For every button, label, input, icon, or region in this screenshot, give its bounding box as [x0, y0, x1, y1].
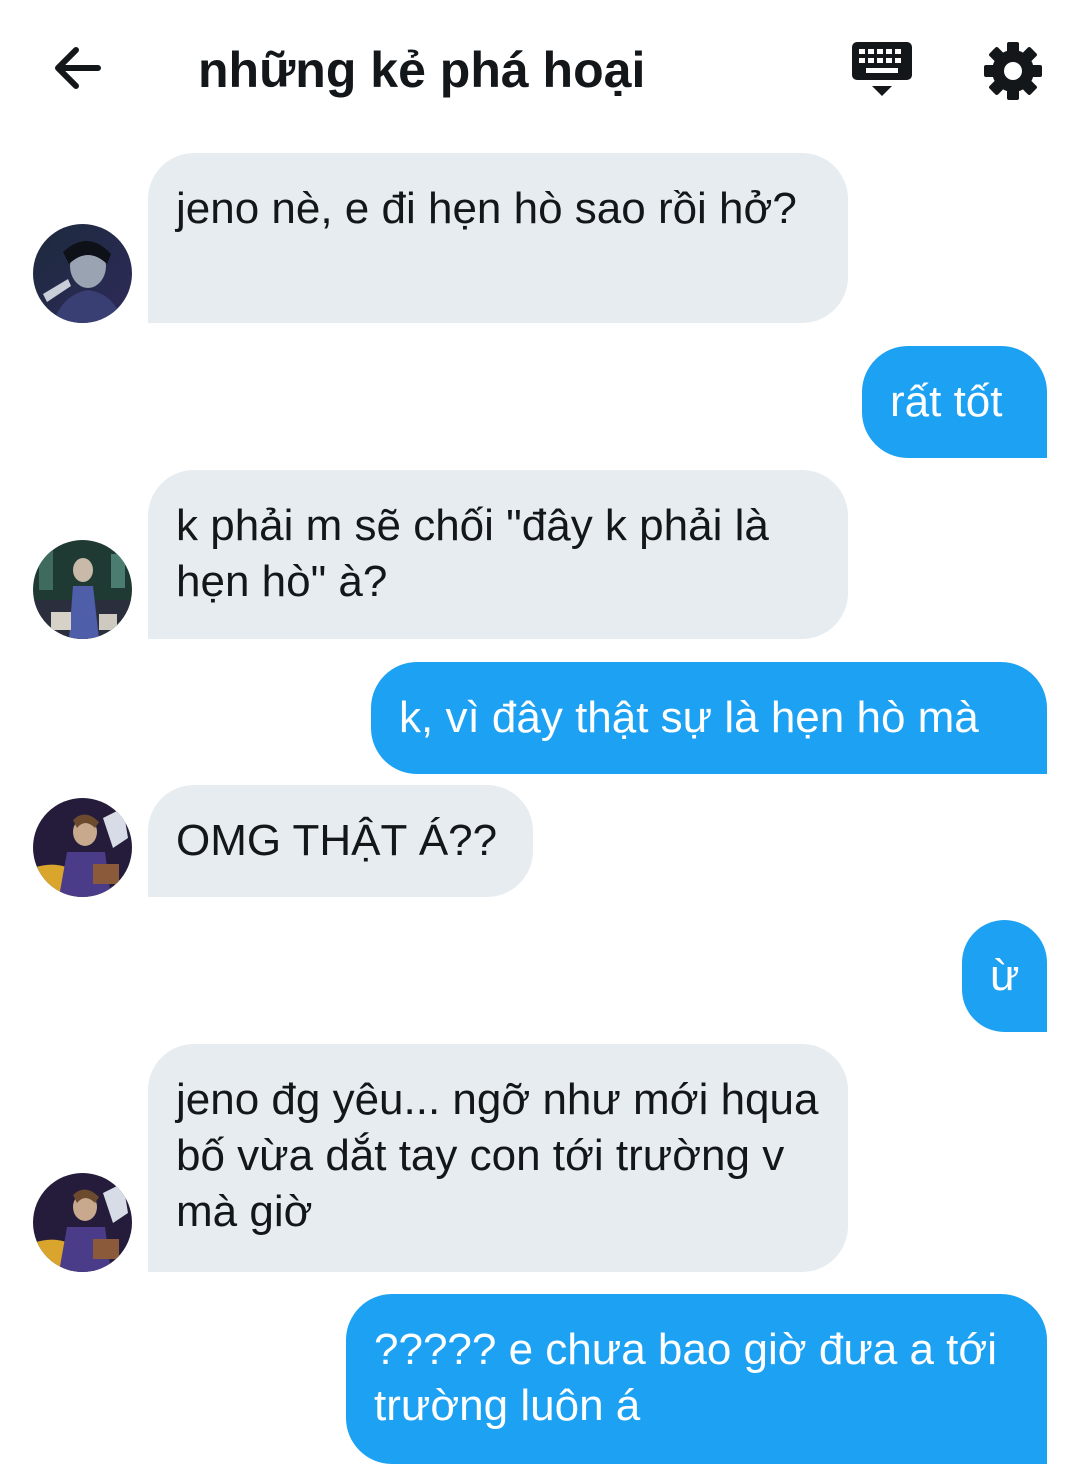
message-text: jeno đg yêu... ngỡ như mới hqua bố vừa d… — [176, 1075, 819, 1236]
user-avatar-image — [33, 540, 132, 639]
incoming-message-bubble[interactable]: jeno nè, e đi hẹn hò sao rồi hở? — [148, 153, 848, 323]
message-text: k phải m sẽ chối "đây k phải là hẹn hò" … — [176, 501, 769, 606]
message-text: k, vì đây thật sự là hẹn hò mà — [399, 693, 979, 742]
avatar[interactable] — [33, 540, 132, 639]
avatar[interactable] — [33, 224, 132, 323]
incoming-message-bubble[interactable]: jeno đg yêu... ngỡ như mới hqua bố vừa d… — [148, 1044, 848, 1272]
avatar[interactable] — [33, 1173, 132, 1272]
outgoing-message-bubble[interactable]: ????? e chưa bao giờ đưa a tới trường lu… — [346, 1294, 1047, 1464]
message-thread: jeno nè, e đi hẹn hò sao rồi hở? rất tốt… — [0, 0, 1080, 1475]
avatar[interactable] — [33, 798, 132, 897]
message-text: rất tốt — [890, 377, 1003, 426]
message-text: jeno nè, e đi hẹn hò sao rồi hở? — [176, 184, 797, 233]
outgoing-message-bubble[interactable]: k, vì đây thật sự là hẹn hò mà — [371, 662, 1047, 774]
outgoing-message-bubble[interactable]: rất tốt — [862, 346, 1047, 458]
user-avatar-image — [33, 224, 132, 323]
user-avatar-image — [33, 798, 132, 897]
incoming-message-bubble[interactable]: k phải m sẽ chối "đây k phải là hẹn hò" … — [148, 470, 848, 639]
user-avatar-image — [33, 1173, 132, 1272]
message-text: OMG THẬT Á?? — [176, 816, 498, 865]
message-text: ????? e chưa bao giờ đưa a tới trường lu… — [374, 1325, 998, 1430]
outgoing-message-bubble[interactable]: ừ — [962, 920, 1047, 1032]
incoming-message-bubble[interactable]: OMG THẬT Á?? — [148, 785, 533, 897]
message-text: ừ — [990, 951, 1020, 1000]
